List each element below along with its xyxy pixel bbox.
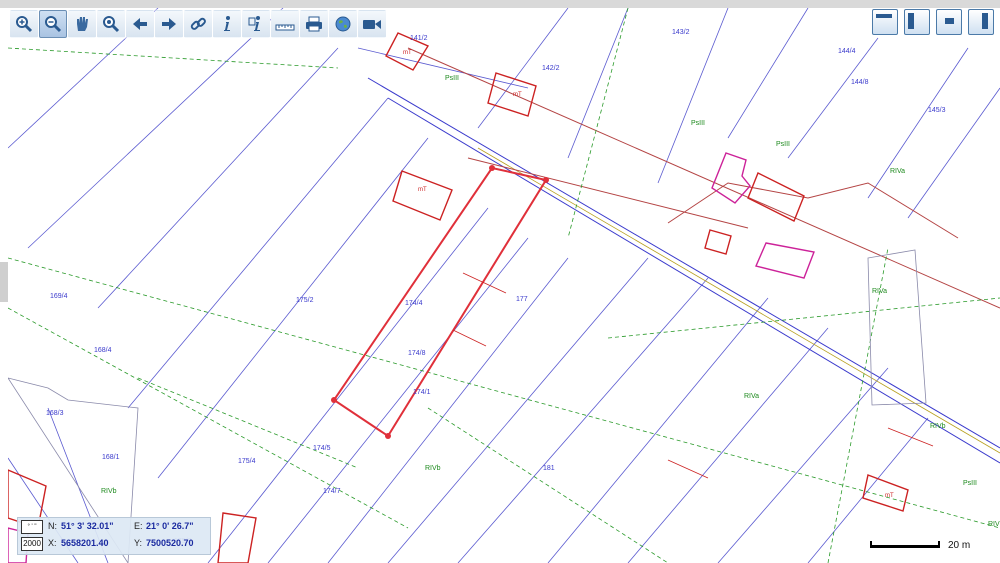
scale-tick-right	[938, 541, 940, 548]
scale-bar: 20 m	[870, 539, 980, 555]
n-value: 51° 3' 32.01"	[61, 521, 114, 531]
parcel-number-8: 168/3	[46, 410, 64, 417]
arrow-forward-button[interactable]	[155, 10, 183, 38]
parcel-number-1: 142/2	[542, 65, 560, 72]
building-label-0: mT	[403, 50, 412, 56]
land-class-labels: PsIII PsIII PsIII RIVa RIVa RIVa RIVb RIVb RIVb P…	[101, 75, 1000, 528]
y-value: 7500520.70	[146, 538, 194, 548]
land-class-label-10: RIVb	[988, 521, 1000, 528]
building-label-2: mT	[418, 187, 427, 193]
x-value: 5658201.40	[61, 538, 109, 548]
road-lines	[367, 77, 1000, 464]
globe-button[interactable]	[329, 10, 357, 38]
parcel-number-6: 169/4	[50, 293, 68, 300]
zoom-in-button[interactable]	[10, 10, 38, 38]
land-class-label-2: PsIII	[776, 141, 790, 148]
video-camera-icon	[362, 15, 382, 33]
info-button[interactable]	[213, 10, 241, 38]
road-edge-lines	[407, 47, 1000, 309]
parcel-number-4: 144/8	[851, 79, 869, 86]
land-class-boundaries	[8, 8, 1000, 563]
zoom-out-icon	[44, 15, 62, 33]
land-class-label-1: PsIII	[691, 120, 705, 127]
measure-ruler-button[interactable]	[271, 10, 299, 38]
parcel-number-12: 174/8	[408, 350, 426, 357]
parcel-number-7: 168/4	[94, 347, 112, 354]
info-query-icon	[247, 15, 265, 33]
zoom-out-button[interactable]	[39, 10, 67, 38]
land-class-label-7: RIVb	[425, 465, 441, 472]
parcel-number-13: 174/1	[413, 389, 431, 396]
print-button[interactable]	[300, 10, 328, 38]
parcel-number-15: 175/4	[238, 458, 256, 465]
parcel-number-5: 145/3	[928, 107, 946, 114]
scale-value[interactable]: 2000	[21, 537, 43, 551]
window-left-icon[interactable]	[904, 9, 930, 35]
building-labels: mT mT mT mT	[403, 50, 894, 499]
coordinate-format-toggle[interactable]: ° ' "	[21, 520, 43, 534]
land-class-label-5: RIVa	[744, 393, 759, 400]
parcel-number-2: 143/2	[672, 29, 690, 36]
selected-parcel[interactable]	[332, 166, 548, 438]
land-class-label-8: RIVb	[930, 423, 946, 430]
info-icon	[218, 15, 236, 33]
building-label-1: mT	[513, 92, 522, 98]
land-class-label-4: RIVa	[872, 288, 887, 295]
zoom-extent-button[interactable]	[97, 10, 125, 38]
link-button[interactable]	[184, 10, 212, 38]
n-label: N:	[48, 521, 57, 531]
parcel-number-9: 168/1	[102, 454, 120, 461]
parcel-number-19: 181	[543, 465, 555, 472]
scale-label: 20 m	[948, 540, 971, 551]
map-canvas[interactable]: 141/2 142/2 143/2 144/4 144/8 145/3 169/4 168/4…	[8, 8, 1000, 563]
arrow-forward-icon	[160, 15, 178, 33]
y-label: Y:	[134, 538, 143, 548]
land-class-label-6: RIVb	[101, 488, 117, 495]
building-label-3: mT	[885, 493, 894, 499]
pan-hand-icon	[73, 15, 91, 33]
buildings	[8, 32, 909, 563]
zoom-in-icon	[15, 15, 33, 33]
land-class-label-9: PsIII	[963, 480, 977, 487]
land-class-label-0: PsIII	[445, 75, 459, 82]
window-top-icon[interactable]	[872, 9, 898, 35]
window-top-border	[0, 0, 1000, 8]
map-toolbar	[8, 9, 388, 39]
info-query-button[interactable]	[242, 10, 270, 38]
parcel-number-11: 174/4	[405, 300, 423, 307]
pan-hand-button[interactable]	[68, 10, 96, 38]
parcel-number-0: 141/2	[410, 35, 428, 42]
parcel-number-14: 177	[516, 296, 528, 303]
direction-arrows	[452, 272, 934, 479]
window-export-icon[interactable]	[936, 9, 962, 35]
parcel-number-10: 175/2	[296, 297, 314, 304]
measure-ruler-icon	[275, 15, 295, 33]
window-right-icon[interactable]	[968, 9, 994, 35]
zoom-extent-icon	[102, 15, 120, 33]
arrow-back-button[interactable]	[126, 10, 154, 38]
parcel-number-17: 174/7	[323, 488, 341, 495]
video-camera-button[interactable]	[358, 10, 386, 38]
parcel-labels: 141/2 142/2 143/2 144/4 144/8 145/3 169/4 168/4…	[46, 29, 946, 545]
globe-icon	[334, 15, 352, 33]
window-layout-toolbar	[872, 9, 994, 35]
parcel-boundaries	[8, 8, 1000, 563]
coordinate-panel: ° ' " 2000 N: 51° 3' 32.01" E: 21° 0' 26…	[17, 517, 211, 555]
land-class-label-3: RIVa	[890, 168, 905, 175]
scale-bar-line	[870, 545, 940, 548]
e-label: E:	[134, 521, 143, 531]
e-value: 21° 0' 26.7"	[146, 521, 194, 531]
parcel-number-3: 144/4	[838, 48, 856, 55]
print-icon	[305, 15, 323, 33]
side-panel-handle[interactable]	[0, 262, 8, 302]
parcel-number-16: 174/5	[313, 445, 331, 452]
x-label: X:	[48, 538, 57, 548]
arrow-back-icon	[131, 15, 149, 33]
link-icon	[189, 15, 207, 33]
